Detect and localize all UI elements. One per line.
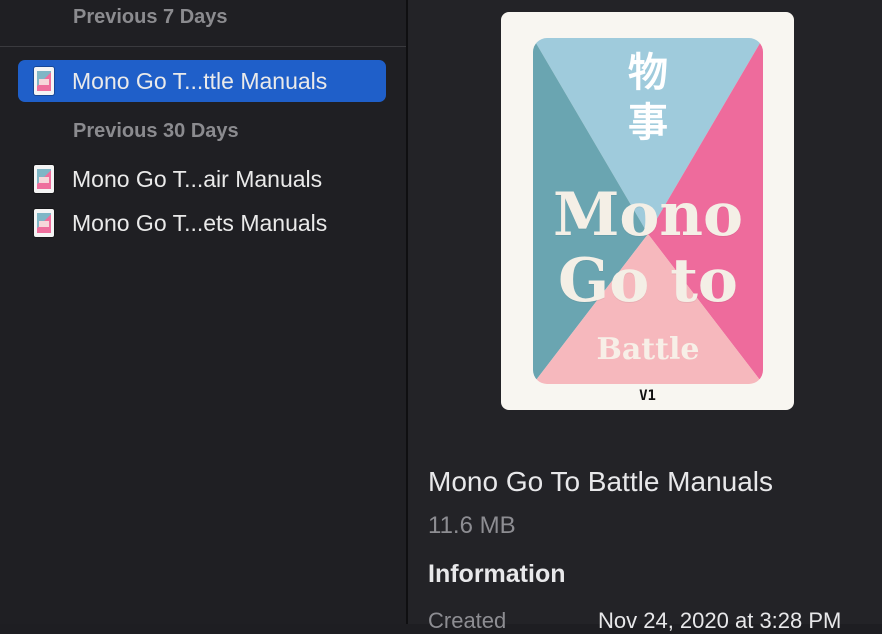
document-title: Mono Go To Battle Manuals (428, 466, 774, 497)
section-header-previous-30-days: Previous 30 Days (73, 120, 239, 142)
sidebar: Previous 7 Days Mono Go T...ttle Manuals… (0, 0, 406, 624)
document-thumbnail-icon (34, 165, 54, 193)
file-name: Mono Go T...ets Manuals (72, 209, 328, 236)
section-divider (0, 46, 406, 47)
preview-pane: 物 事 Mono Go to Battle V1 Mono Go To Batt… (408, 0, 882, 633)
information-heading: Information (428, 560, 566, 588)
cover-subtitle: Battle (596, 332, 700, 367)
created-label: Created (428, 608, 507, 633)
file-row-air-manuals[interactable]: Mono Go T...air Manuals (18, 158, 386, 200)
cover-title-line: Mono (552, 180, 744, 250)
cover-title-line: Go to (558, 246, 738, 316)
cover-art: 物 事 Mono Go to Battle (533, 38, 763, 384)
document-thumbnail-icon (34, 209, 54, 237)
cover-version: V1 (639, 388, 656, 404)
document-cover: 物 事 Mono Go to Battle V1 (501, 12, 794, 410)
file-name: Mono Go T...air Manuals (72, 165, 323, 192)
cover-cjk-char: 事 (628, 100, 668, 146)
file-name: Mono Go T...ttle Manuals (72, 67, 328, 94)
file-row-battle-manuals[interactable]: Mono Go T...ttle Manuals (18, 60, 386, 102)
created-value: Nov 24, 2020 at 3:28 PM (598, 608, 842, 633)
section-header-previous-7-days: Previous 7 Days (73, 6, 228, 28)
document-thumbnail-icon (34, 67, 54, 95)
document-size: 11.6 MB (428, 512, 516, 539)
file-row-ets-manuals[interactable]: Mono Go T...ets Manuals (18, 202, 386, 244)
